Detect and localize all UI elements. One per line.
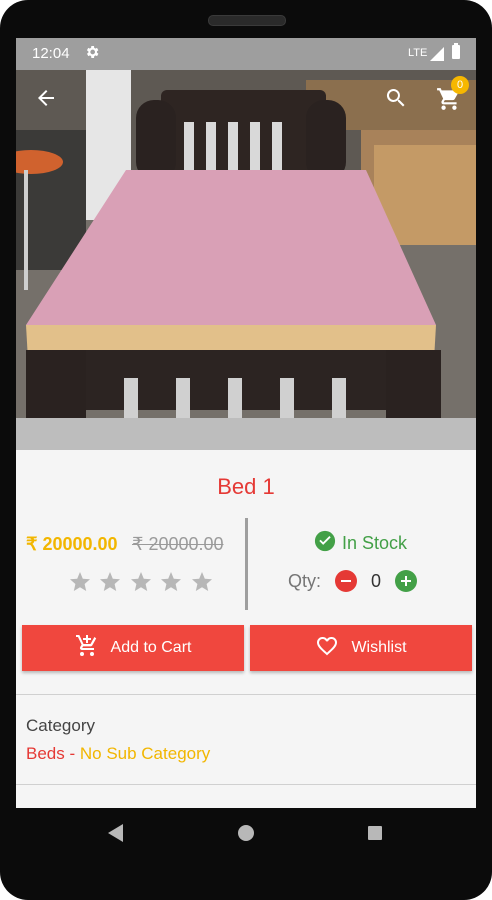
signal-icon — [430, 47, 444, 66]
bed-photo-illustration — [16, 70, 476, 450]
phone-frame: 12:04 LTE 0 Bed 1 ₹ 20000.00 ₹ 20000.00 … — [0, 0, 492, 900]
original-price: ₹ 20000.00 — [131, 534, 224, 554]
category-label: Category — [26, 716, 95, 735]
check-circle-icon — [314, 530, 336, 557]
star-icon[interactable] — [190, 570, 216, 596]
wishlist-button[interactable]: Wishlist — [250, 625, 472, 671]
heart-icon — [315, 634, 339, 663]
rating-stars[interactable] — [68, 570, 216, 599]
category-separator: - — [64, 744, 80, 763]
add-to-cart-label: Add to Cart — [110, 639, 192, 656]
star-icon[interactable] — [98, 570, 124, 596]
add-cart-icon — [75, 634, 99, 663]
image-footer-strip — [16, 418, 476, 450]
plus-icon — [401, 576, 412, 586]
sub-category-link[interactable]: No Sub Category — [80, 744, 210, 763]
settings-gear-icon — [84, 44, 100, 65]
qty-increase-button[interactable] — [395, 570, 418, 592]
vertical-divider — [245, 518, 248, 610]
quantity-stepper: Qty: 0 — [288, 570, 418, 592]
category-main-link[interactable]: Beds — [26, 744, 65, 763]
qty-decrease-button[interactable] — [335, 570, 358, 592]
wishlist-label: Wishlist — [351, 639, 407, 656]
product-image: 0 — [16, 70, 476, 450]
sale-price: ₹ 20000.00 — [26, 534, 118, 554]
status-bar: 12:04 LTE — [16, 38, 476, 70]
nav-back-icon[interactable] — [108, 824, 124, 847]
nav-home-icon[interactable] — [238, 825, 254, 841]
star-icon[interactable] — [129, 570, 155, 596]
stock-status: In Stock — [314, 530, 407, 557]
minus-icon — [341, 580, 352, 582]
product-title: Bed 1 — [217, 474, 275, 499]
section-divider — [16, 694, 476, 695]
category-values: Beds - No Sub Category — [26, 744, 210, 764]
back-arrow-icon[interactable] — [34, 86, 58, 110]
cart-count-badge: 0 — [451, 76, 469, 94]
search-icon[interactable] — [384, 86, 408, 110]
price-block: ₹ 20000.00 ₹ 20000.00 — [26, 534, 224, 555]
qty-label: Qty: — [288, 570, 322, 591]
battery-icon — [452, 43, 460, 59]
status-time: 12:04 — [32, 45, 70, 62]
qty-value: 0 — [371, 570, 382, 591]
phone-speaker — [208, 15, 286, 26]
app-screen: 12:04 LTE 0 Bed 1 ₹ 20000.00 ₹ 20000.00 … — [16, 38, 476, 808]
star-icon[interactable] — [159, 570, 185, 596]
android-nav-bar — [16, 808, 476, 864]
network-type: LTE — [408, 47, 428, 59]
nav-recent-apps-icon[interactable] — [368, 826, 382, 840]
section-divider-bottom — [16, 784, 476, 785]
add-to-cart-button[interactable]: Add to Cart — [22, 625, 244, 671]
stock-label: In Stock — [342, 533, 408, 553]
star-icon[interactable] — [68, 570, 94, 596]
